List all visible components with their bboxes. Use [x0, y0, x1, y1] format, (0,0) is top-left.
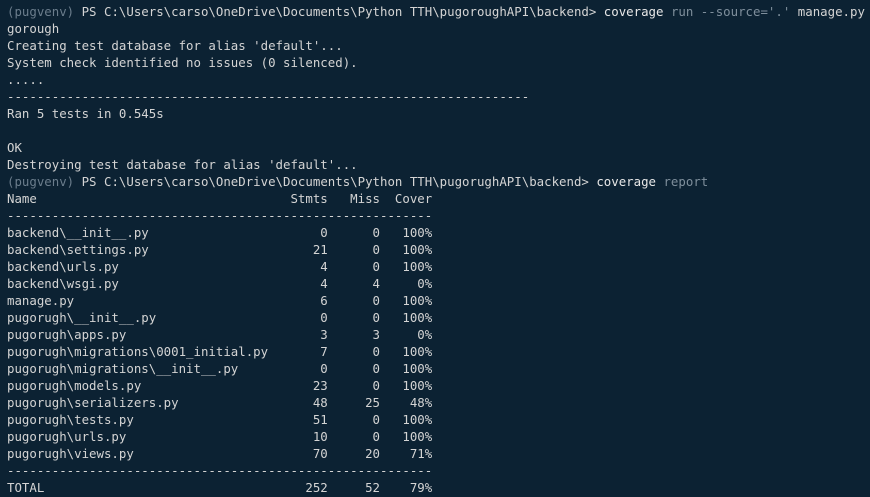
output-line: System check identified no issues (0 sil… [7, 55, 358, 70]
output-line: Ran 5 tests in 0.545s [7, 106, 164, 121]
report-row: pugorugh\urls.py 10 0 100% [7, 429, 433, 444]
report-total-separator: ----------------------------------------… [7, 463, 433, 478]
output-blank-line [7, 122, 870, 139]
venv-indicator: (pugvenv) [7, 174, 75, 189]
command-subcommand: run [663, 4, 701, 19]
report-separator: ----------------------------------------… [7, 208, 433, 223]
report-row: backend\wsgi.py 4 4 0% [7, 276, 433, 291]
report-row: pugorugh\migrations\__init__.py 0 0 100% [7, 361, 433, 376]
report-row: pugorugh\__init__.py 0 0 100% [7, 310, 433, 325]
output-line: Creating test database for alias 'defaul… [7, 38, 343, 53]
report-total-row: TOTAL 252 52 79% [7, 480, 433, 495]
command-args: manage.py test pu [797, 4, 865, 19]
prompt-line-2: (pugvenv) PS C:\Users\carso\OneDrive\Doc… [7, 173, 870, 190]
report-row: backend\urls.py 4 0 100% [7, 259, 433, 274]
terminal-window[interactable]: (pugvenv) PS C:\Users\carso\OneDrive\Doc… [0, 0, 870, 497]
output-line: Destroying test database for alias 'defa… [7, 157, 358, 172]
report-row: pugorugh\apps.py 3 3 0% [7, 327, 433, 342]
command-subcommand: report [656, 174, 709, 189]
report-row: backend\__init__.py 0 0 100% [7, 225, 433, 240]
report-row: manage.py 6 0 100% [7, 293, 433, 308]
report-header: Name Stmts Miss Cover [7, 191, 433, 206]
command-flag: --source='.' [700, 4, 791, 19]
output-line: OK [7, 140, 22, 155]
report-row: pugorugh\tests.py 51 0 100% [7, 412, 433, 427]
output-separator: ----------------------------------------… [7, 89, 530, 104]
output-line: ..... [7, 72, 45, 87]
prompt-path: PS C:\Users\carso\OneDrive\Documents\Pyt… [74, 4, 604, 19]
report-row: pugorugh\migrations\0001_initial.py 7 0 … [7, 344, 433, 359]
prompt-path: PS C:\Users\carso\OneDrive\Documents\Pyt… [74, 174, 597, 189]
command-name: coverage [603, 4, 664, 19]
prompt-line-1: (pugvenv) PS C:\Users\carso\OneDrive\Doc… [7, 3, 870, 20]
report-row: pugorugh\serializers.py 48 25 48% [7, 395, 433, 410]
venv-indicator: (pugvenv) [7, 4, 75, 19]
report-row: backend\settings.py 21 0 100% [7, 242, 433, 257]
prompt-line-1-wrap: gorough [7, 21, 60, 36]
report-row: pugorugh\views.py 70 20 71% [7, 446, 433, 461]
command-name: coverage [596, 174, 657, 189]
report-row: pugorugh\models.py 23 0 100% [7, 378, 433, 393]
